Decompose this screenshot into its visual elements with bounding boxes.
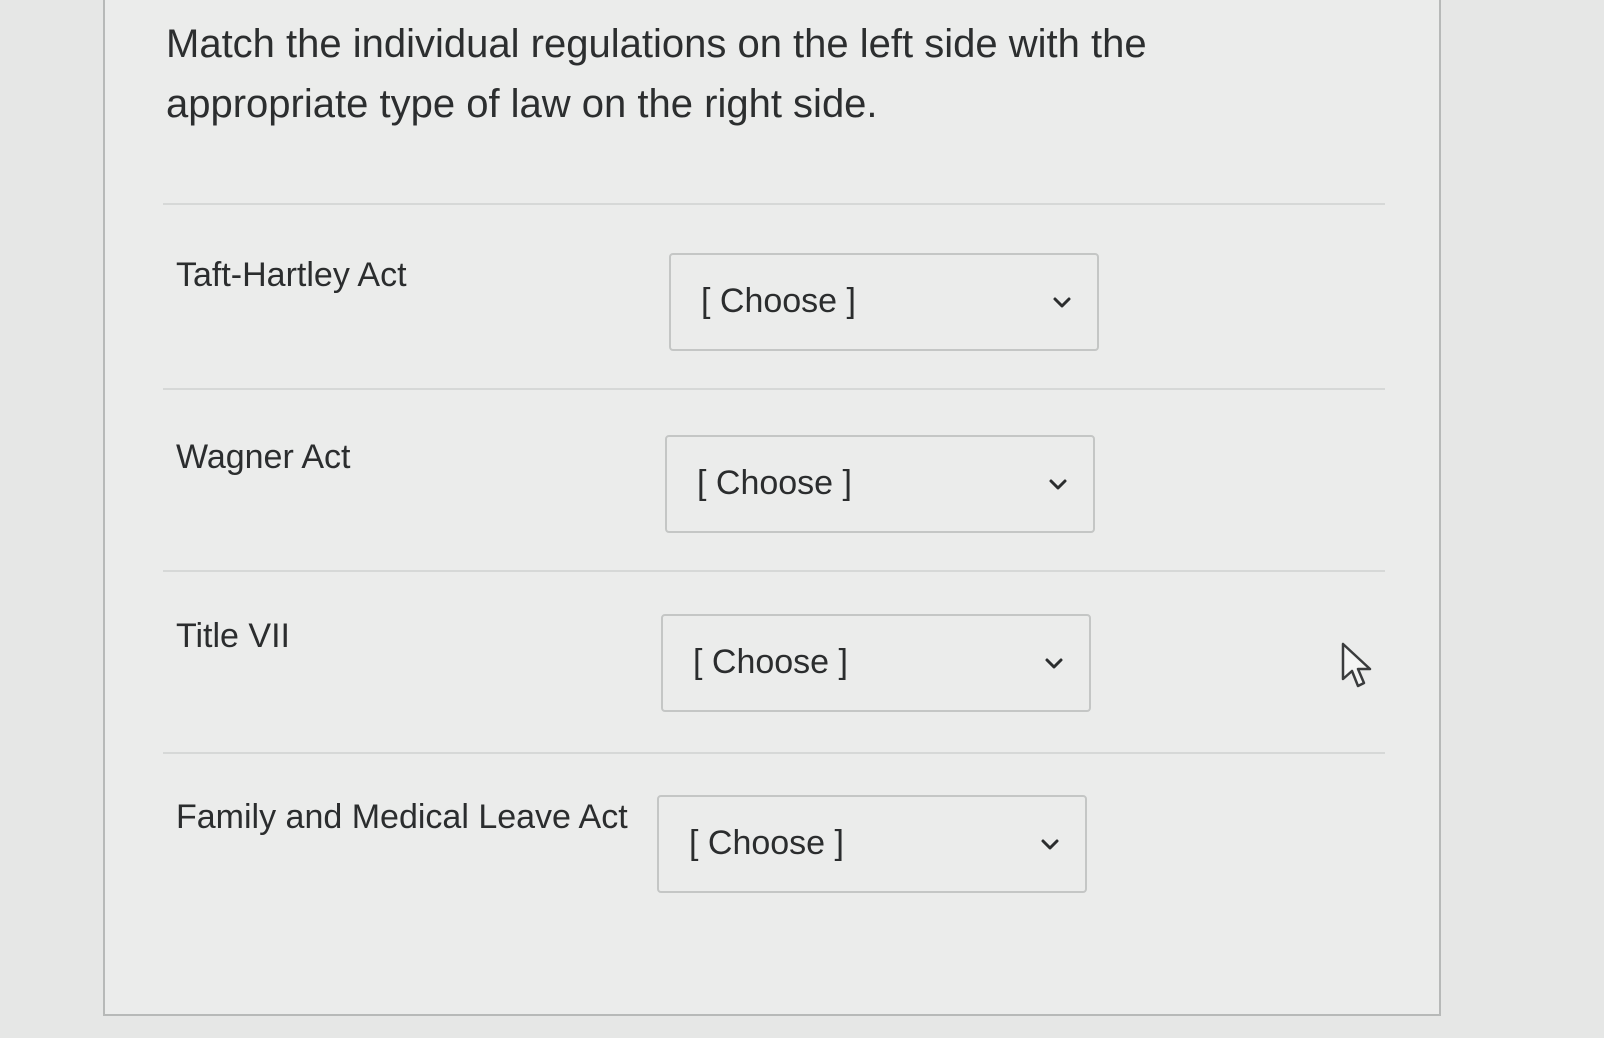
select-value: [ Choose ] [693,643,848,681]
select-value: [ Choose ] [689,824,844,862]
question-card: Match the individual regulations on the … [103,0,1441,1016]
match-row-title-vii: Title VII [ Choose ] [105,614,1443,724]
chevron-down-icon [1053,297,1071,308]
chevron-down-icon [1041,839,1059,850]
select-value: [ Choose ] [701,282,856,320]
chevron-down-icon [1049,479,1067,490]
match-row-taft-hartley: Taft-Hartley Act [ Choose ] [105,253,1443,363]
law-type-select[interactable]: [ Choose ] [661,614,1091,712]
chevron-down-icon [1045,658,1063,669]
regulation-label: Taft-Hartley Act [176,256,407,294]
row-divider [163,203,1385,205]
row-divider [163,570,1385,572]
match-row-wagner: Wagner Act [ Choose ] [105,435,1443,545]
row-divider [163,752,1385,754]
regulation-label: Wagner Act [176,438,351,476]
select-value: [ Choose ] [697,464,852,502]
regulation-label: Title VII [176,617,290,655]
regulation-label: Family and Medical Leave Act [176,798,628,836]
law-type-select[interactable]: [ Choose ] [665,435,1095,533]
match-row-fmla: Family and Medical Leave Act [ Choose ] [105,795,1443,905]
law-type-select[interactable]: [ Choose ] [669,253,1099,351]
row-divider [163,388,1385,390]
law-type-select[interactable]: [ Choose ] [657,795,1087,893]
question-text: Match the individual regulations on the … [166,22,1147,126]
mouse-pointer-icon [1341,642,1372,688]
